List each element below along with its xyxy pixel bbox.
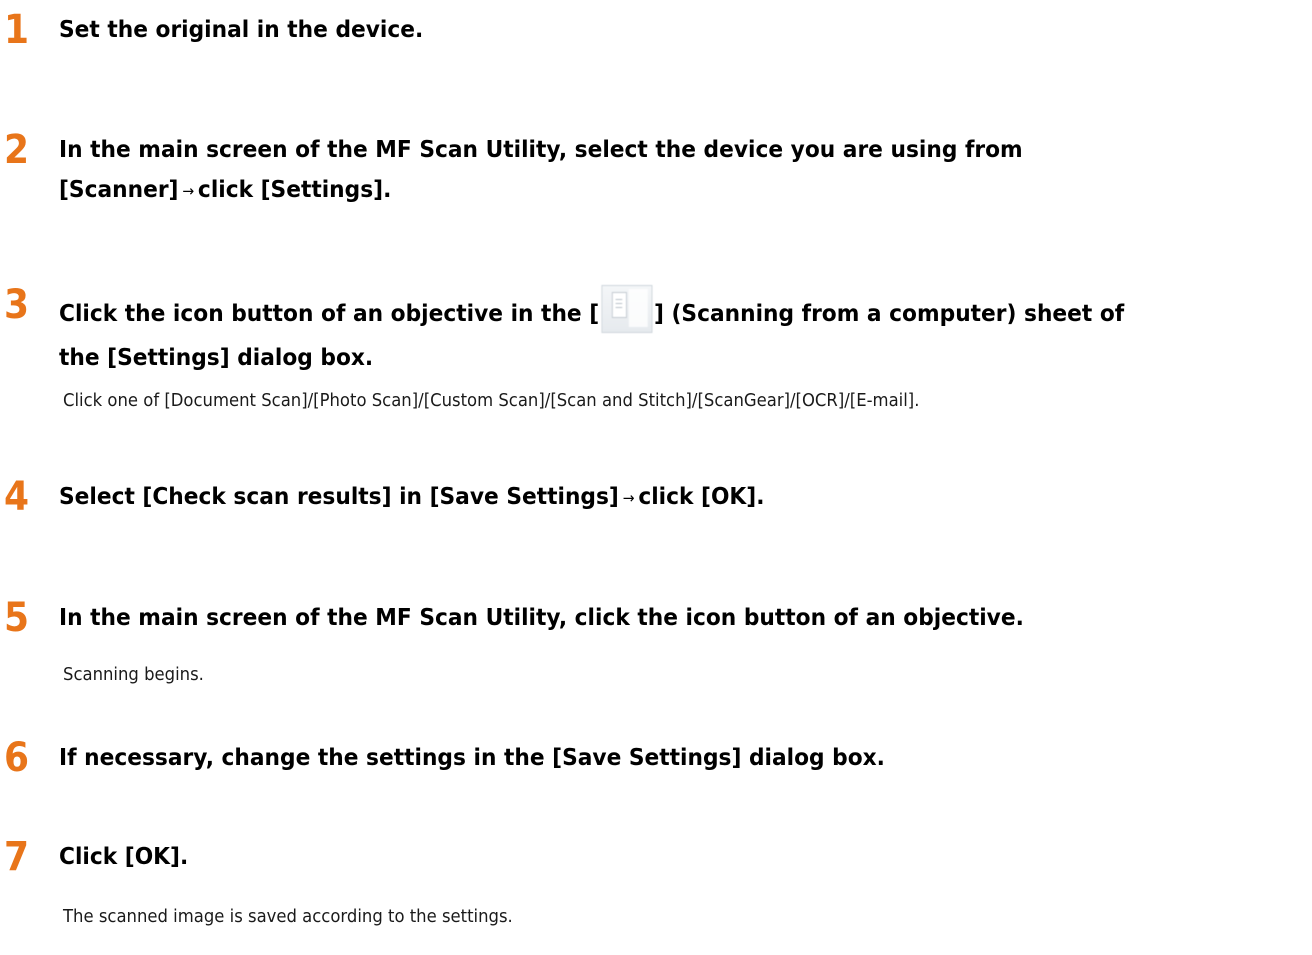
step-number: 7 bbox=[4, 834, 30, 880]
step-title-line: In the main screen of the MF Scan Utilit… bbox=[59, 605, 1024, 631]
step-title: Set the original in the device. bbox=[59, 10, 1240, 50]
step-title: Click [OK]. bbox=[59, 837, 1240, 877]
step-title-line: Click the icon button of an objective in… bbox=[59, 285, 1240, 334]
step-title-line: [Scanner] → click [Settings]. bbox=[59, 170, 1240, 211]
step-note: The scanned image is saved according to … bbox=[63, 907, 513, 927]
step-title-line: Click [OK]. bbox=[59, 844, 189, 870]
step-title-line: If necessary, change the settings in the… bbox=[59, 745, 885, 771]
step-title: Click the icon button of an objective in… bbox=[59, 285, 1240, 378]
step-title: In the main screen of the MF Scan Utilit… bbox=[59, 598, 1240, 638]
step-number: 2 bbox=[4, 127, 30, 173]
step-number: 4 bbox=[4, 474, 30, 520]
step-number: 1 bbox=[4, 7, 30, 53]
arrow-icon: → bbox=[182, 181, 195, 200]
step-number: 6 bbox=[4, 735, 30, 781]
step-note: Click one of [Document Scan]/[Photo Scan… bbox=[63, 391, 920, 411]
step-title-line: Set the original in the device. bbox=[59, 17, 424, 43]
step-title: Select [Check scan results] in [Save Set… bbox=[59, 477, 1240, 518]
step-title-line: the [Settings] dialog box. bbox=[59, 345, 374, 371]
step-number: 5 bbox=[4, 595, 30, 641]
step-title: If necessary, change the settings in the… bbox=[59, 738, 1240, 778]
step-title-line: In the main screen of the MF Scan Utilit… bbox=[59, 137, 1023, 163]
arrow-icon: → bbox=[622, 488, 635, 507]
step-title: In the main screen of the MF Scan Utilit… bbox=[59, 130, 1240, 211]
step-title-line: Select [Check scan results] in [Save Set… bbox=[59, 477, 1240, 518]
step-note: Scanning begins. bbox=[63, 665, 204, 685]
step-number: 3 bbox=[4, 282, 30, 328]
scan-from-computer-sheet-icon bbox=[601, 285, 653, 333]
